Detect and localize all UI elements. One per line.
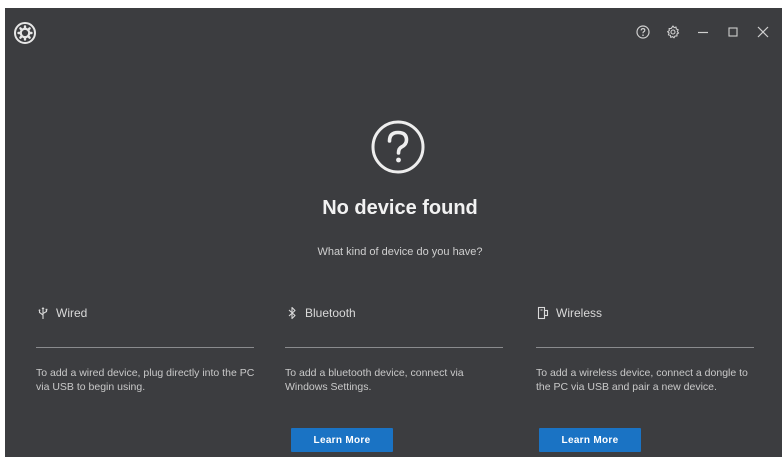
app-window: No device found What kind of device do y… xyxy=(5,8,782,457)
option-wireless-header: Wireless xyxy=(536,303,758,323)
option-wired: Wired To add a wired device, plug direct… xyxy=(36,303,258,394)
minimize-icon xyxy=(696,25,710,39)
maximize-button[interactable] xyxy=(718,20,748,44)
divider xyxy=(285,347,503,348)
help-icon xyxy=(636,25,650,39)
bluetooth-icon xyxy=(285,306,299,320)
option-wireless: Wireless To add a wireless device, conne… xyxy=(536,303,758,394)
close-icon xyxy=(756,25,770,39)
titlebar-controls xyxy=(628,20,778,44)
option-bluetooth-header: Bluetooth xyxy=(285,303,507,323)
maximize-icon xyxy=(726,25,740,39)
dongle-icon xyxy=(536,306,550,320)
bluetooth-learn-more-button[interactable]: Learn More xyxy=(291,428,393,452)
option-bluetooth: Bluetooth To add a bluetooth device, con… xyxy=(285,303,507,394)
help-button[interactable] xyxy=(628,20,658,44)
minimize-button[interactable] xyxy=(688,20,718,44)
settings-button[interactable] xyxy=(658,20,688,44)
option-wired-description: To add a wired device, plug directly int… xyxy=(36,367,255,393)
close-button[interactable] xyxy=(748,20,778,44)
wireless-learn-more-button[interactable]: Learn More xyxy=(539,428,641,452)
divider xyxy=(536,347,754,348)
page-subtitle: What kind of device do you have? xyxy=(317,246,483,258)
option-bluetooth-label: Bluetooth xyxy=(305,306,356,320)
option-wireless-label: Wireless xyxy=(556,306,603,320)
divider xyxy=(36,347,254,348)
gear-icon xyxy=(666,25,680,39)
page-title: No device found xyxy=(322,197,478,219)
option-wireless-description: To add a wireless device, connect a dong… xyxy=(536,367,748,393)
app-logo-icon xyxy=(13,21,37,45)
option-wired-header: Wired xyxy=(36,303,258,323)
usb-icon xyxy=(36,306,50,320)
option-bluetooth-description: To add a bluetooth device, connect via W… xyxy=(285,367,464,393)
question-circle-icon xyxy=(370,119,426,175)
option-wired-label: Wired xyxy=(56,306,88,320)
